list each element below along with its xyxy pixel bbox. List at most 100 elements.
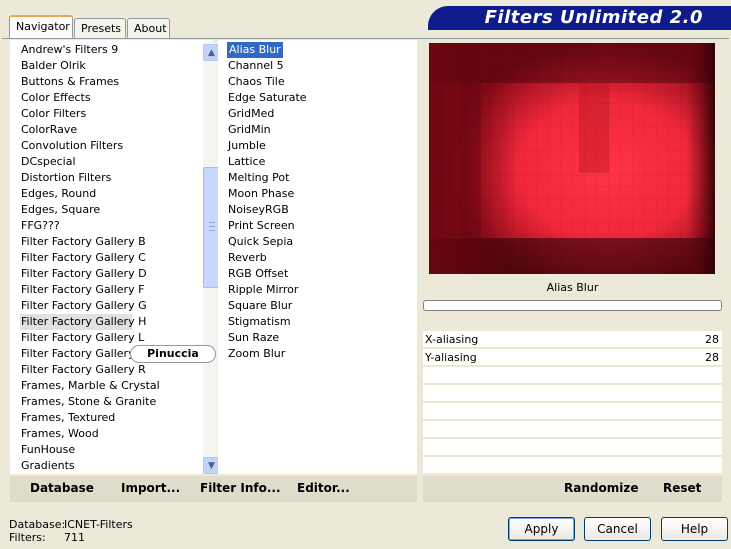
- grip-icon: [209, 222, 215, 231]
- list-row: Sun Raze: [227, 330, 407, 346]
- list-item[interactable]: Stigmatism: [227, 314, 291, 330]
- right-action-bar: Randomize Reset: [423, 476, 722, 502]
- filter-list: Alias Blur Channel 5 Chaos Tile Edge Satura…: [227, 42, 407, 362]
- list-row: Filter Factory Gallery D: [20, 266, 195, 282]
- list-item[interactable]: Frames, Wood: [20, 426, 99, 442]
- apply-button[interactable]: Apply: [508, 517, 575, 541]
- param-row-empty: [423, 367, 722, 384]
- list-row: Filter Factory Gallery C: [20, 250, 195, 266]
- list-item[interactable]: RGB Offset: [227, 266, 288, 282]
- list-item[interactable]: Filter Factory Gallery F: [20, 282, 144, 298]
- param-value[interactable]: 28: [705, 332, 719, 347]
- list-item[interactable]: Edge Saturate: [227, 90, 307, 106]
- list-item[interactable]: Filter Factory Gallery G: [20, 298, 147, 314]
- list-item[interactable]: ColorRave: [20, 122, 77, 138]
- list-item[interactable]: Lattice: [227, 154, 265, 170]
- list-item[interactable]: Buttons & Frames: [20, 74, 119, 90]
- list-item[interactable]: GridMed: [227, 106, 274, 122]
- list-item[interactable]: Jumble: [227, 138, 266, 154]
- list-item[interactable]: FunHouse: [20, 442, 75, 458]
- watermark-badge: Pinuccia: [130, 345, 216, 363]
- database-value: ICNET-Filters: [64, 518, 133, 531]
- list-item[interactable]: Andrew's Filters 9: [20, 42, 118, 58]
- list-row: Edge Saturate: [227, 90, 407, 106]
- category-listbox[interactable]: Andrew's Filters 9 Balder Olrik Buttons & …: [10, 40, 220, 474]
- tab-about[interactable]: About: [127, 18, 170, 38]
- list-item[interactable]: Frames, Stone & Granite: [20, 394, 156, 410]
- list-item[interactable]: Filter Factory Gallery C: [20, 250, 146, 266]
- status-area: Database:ICNET-Filters Filters: 711: [9, 518, 133, 544]
- list-item[interactable]: Moon Phase: [227, 186, 294, 202]
- list-item[interactable]: Melting Pot: [227, 170, 289, 186]
- list-item[interactable]: Gradients: [20, 458, 75, 474]
- list-row: Print Screen: [227, 218, 407, 234]
- list-row: NoiseyRGB: [227, 202, 407, 218]
- list-item[interactable]: Sun Raze: [227, 330, 279, 346]
- list-item[interactable]: Filter Factory Gallery L: [20, 330, 144, 346]
- editor-button[interactable]: Editor...: [297, 481, 350, 495]
- list-item[interactable]: Color Effects: [20, 90, 91, 106]
- list-row: Andrew's Filters 9: [20, 42, 195, 58]
- param-row-empty: [423, 439, 722, 456]
- list-row: Chaos Tile: [227, 74, 407, 90]
- list-item[interactable]: GridMin: [227, 122, 271, 138]
- left-action-bar: Database Import... Filter Info... Editor…: [10, 476, 417, 502]
- list-item[interactable]: Quick Sepia: [227, 234, 293, 250]
- list-row: Reverb: [227, 250, 407, 266]
- list-item[interactable]: DCspecial: [20, 154, 76, 170]
- param-row-y-aliasing[interactable]: Y-aliasing 28: [423, 349, 722, 366]
- param-row-x-aliasing[interactable]: X-aliasing 28: [423, 331, 722, 348]
- filter-info-button[interactable]: Filter Info...: [200, 481, 281, 495]
- list-item[interactable]: Chaos Tile: [227, 74, 285, 90]
- list-item[interactable]: Frames, Marble & Crystal: [20, 378, 160, 394]
- list-item[interactable]: Ripple Mirror: [227, 282, 298, 298]
- list-row: ColorRave: [20, 122, 195, 138]
- list-item[interactable]: Edges, Round: [20, 186, 96, 202]
- list-item[interactable]: Distortion Filters: [20, 170, 111, 186]
- list-item[interactable]: Filter Factory Gallery Q: [20, 346, 147, 362]
- tab-presets[interactable]: Presets: [74, 18, 126, 38]
- list-row: Jumble: [227, 138, 407, 154]
- progress-bar: [423, 300, 722, 311]
- list-item[interactable]: Convolution Filters: [20, 138, 123, 154]
- list-item[interactable]: Filter Factory Gallery R: [20, 362, 146, 378]
- cancel-button[interactable]: Cancel: [584, 517, 651, 541]
- list-item[interactable]: Zoom Blur: [227, 346, 285, 362]
- list-item[interactable]: Color Filters: [20, 106, 86, 122]
- list-item[interactable]: FFG???: [20, 218, 60, 234]
- list-item[interactable]: Balder Olrik: [20, 58, 86, 74]
- list-item[interactable]: NoiseyRGB: [227, 202, 289, 218]
- param-value[interactable]: 28: [705, 350, 719, 365]
- list-item[interactable]: Edges, Square: [20, 202, 100, 218]
- list-item[interactable]: Filter Factory Gallery B: [20, 234, 146, 250]
- list-item[interactable]: Reverb: [227, 250, 267, 266]
- filters-label: Filters:: [9, 531, 46, 544]
- randomize-button[interactable]: Randomize: [564, 481, 638, 495]
- brand-stripe: [428, 28, 731, 30]
- reset-button[interactable]: Reset: [663, 481, 701, 495]
- list-item[interactable]: Alias Blur: [227, 42, 283, 58]
- list-item[interactable]: Print Screen: [227, 218, 295, 234]
- list-row: Moon Phase: [227, 186, 407, 202]
- filter-listbox[interactable]: Alias Blur Channel 5 Chaos Tile Edge Satura…: [218, 40, 417, 474]
- param-spacer: [423, 313, 722, 331]
- brand-banner: Filters Unlimited 2.0: [428, 6, 731, 30]
- list-item[interactable]: Filter Factory Gallery D: [20, 266, 147, 282]
- list-row: Channel 5: [227, 58, 407, 74]
- list-item[interactable]: Channel 5: [227, 58, 284, 74]
- param-row-empty: [423, 457, 722, 474]
- list-item[interactable]: Frames, Textured: [20, 410, 115, 426]
- help-button[interactable]: Help: [661, 517, 728, 541]
- list-item[interactable]: Square Blur: [227, 298, 292, 314]
- database-button[interactable]: Database: [30, 481, 94, 495]
- import-button[interactable]: Import...: [121, 481, 180, 495]
- param-row-empty: [423, 421, 722, 438]
- list-row: Filter Factory Gallery R: [20, 362, 195, 378]
- tab-navigator[interactable]: Navigator: [9, 15, 73, 39]
- param-label: Y-aliasing: [425, 351, 477, 364]
- list-item[interactable]: Filter Factory Gallery H: [20, 314, 146, 330]
- list-row: Balder Olrik: [20, 58, 195, 74]
- preview-filter-name: Alias Blur: [423, 278, 722, 298]
- list-row: Filter Factory Gallery B: [20, 234, 195, 250]
- preview-image: [429, 43, 715, 274]
